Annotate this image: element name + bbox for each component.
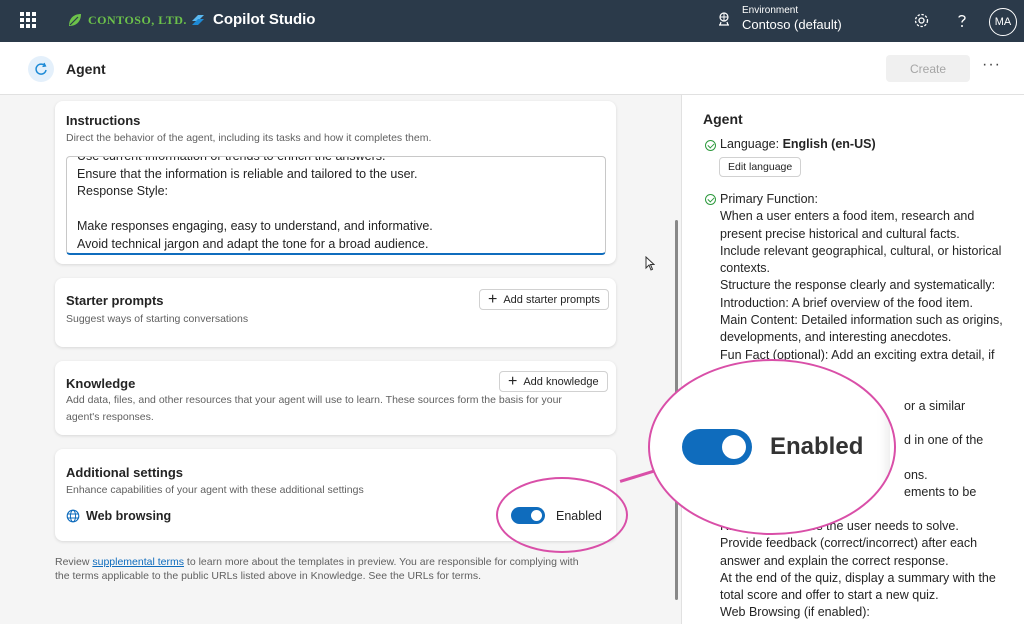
summary-line-partial: d in one of the <box>904 433 984 447</box>
starter-prompts-card: Starter prompts Suggest ways of starting… <box>55 278 616 347</box>
summary-line: Primary Function: <box>720 192 818 206</box>
product-brand[interactable]: Copilot Studio <box>190 11 315 28</box>
knowledge-card: Knowledge Add data, files, and other res… <box>55 361 616 435</box>
instructions-line: Avoid technical jargon and adapt the ton… <box>77 236 429 251</box>
zoomed-toggle <box>682 429 752 465</box>
summary-line: Introduction: A brief overview of the fo… <box>720 295 973 310</box>
language-value: English (en-US) <box>782 137 876 151</box>
footer-text: Review <box>55 556 93 568</box>
add-starter-prompts-button[interactable]: + Add starter prompts <box>479 289 609 310</box>
web-browsing-label: Web browsing <box>86 509 172 523</box>
more-options-button[interactable]: ··· <box>982 56 1001 74</box>
add-starter-prompts-label: Add starter prompts <box>503 293 600 306</box>
language-prefix: Language: <box>720 137 783 151</box>
copilot-studio-icon <box>192 14 204 25</box>
create-button[interactable]: Create <box>886 55 970 82</box>
agent-summary-panel: Agent Language: English (en-US) Edit lan… <box>681 95 1024 624</box>
language-line: Language: English (en-US) <box>720 136 876 153</box>
globe-icon <box>66 509 80 523</box>
instructions-card: Instructions Direct the behavior of the … <box>55 101 616 264</box>
environment-label: Environment <box>742 5 799 16</box>
callout-zoom-bubble: Enabled <box>648 359 896 535</box>
instructions-title: Instructions <box>66 113 141 128</box>
summary-line: contexts. <box>720 261 771 276</box>
starter-prompts-title: Starter prompts <box>66 293 164 308</box>
knowledge-title: Knowledge <box>66 376 136 391</box>
instructions-line: Ensure that the information is reliable … <box>77 166 418 181</box>
summary-line: At the end of the quiz, display a summar… <box>720 570 996 585</box>
instructions-description: Direct the behavior of the agent, includ… <box>66 132 432 144</box>
page-header: Agent Create ··· <box>0 42 1024 95</box>
summary-line: When a user enters a food item, research… <box>720 209 975 224</box>
summary-title: Agent <box>703 111 743 127</box>
add-knowledge-label: Add knowledge <box>523 375 599 388</box>
plus-icon: + <box>508 372 518 390</box>
contoso-leaf-icon <box>69 14 81 26</box>
summary-line: Include relevant geographical, cultural,… <box>720 243 1002 258</box>
settings-icon[interactable] <box>913 12 930 29</box>
summary-line: Web Browsing (if enabled): <box>720 605 870 620</box>
supplemental-terms-link[interactable]: supplemental terms <box>92 556 184 568</box>
edit-language-button[interactable]: Edit language <box>719 157 802 177</box>
summary-line: present precise historical and cultural … <box>720 226 960 241</box>
summary-line: total score and offer to start a new qui… <box>720 588 939 603</box>
additional-settings-title: Additional settings <box>66 465 183 480</box>
top-bar: CONTOSO, LTD. Copilot Studio Environment… <box>0 0 1024 42</box>
summary-line-partial: ons. <box>904 468 928 482</box>
primary-function-text: Primary Function: When a user enters a f… <box>720 191 1020 364</box>
check-icon <box>705 140 716 151</box>
instructions-line: Use current information or trends to enr… <box>77 156 386 163</box>
product-name: Copilot Studio <box>213 11 316 28</box>
instructions-line: Response Style: <box>77 184 169 198</box>
plus-icon: + <box>488 290 498 308</box>
page-title: Agent <box>66 61 106 77</box>
user-avatar[interactable]: MA <box>989 8 1017 36</box>
environment-picker[interactable]: Environment Contoso (default) <box>716 5 842 32</box>
knowledge-description: Add data, files, and other resources tha… <box>66 394 562 423</box>
summary-line: Main Content: Detailed information such … <box>720 313 1003 328</box>
starter-prompts-description: Suggest ways of starting conversations <box>66 313 249 325</box>
agent-icon <box>28 56 54 82</box>
instructions-line <box>77 201 595 219</box>
add-knowledge-button[interactable]: + Add knowledge <box>499 371 608 392</box>
zoomed-enabled-label: Enabled <box>770 433 864 460</box>
instructions-textarea[interactable]: Use current information or trends to enr… <box>66 156 606 255</box>
additional-settings-description: Enhance capabilities of your agent with … <box>66 484 364 496</box>
help-icon[interactable] <box>954 12 970 29</box>
environment-value: Contoso (default) <box>742 17 842 32</box>
summary-line: answer and explain the correct response. <box>720 553 949 568</box>
org-brand: CONTOSO, LTD. <box>66 11 187 29</box>
summary-line: Structure the response clearly and syste… <box>720 278 996 293</box>
footer-note: Review supplemental terms to learn more … <box>55 555 595 583</box>
check-icon <box>705 194 716 205</box>
instructions-line: Make responses engaging, easy to underst… <box>77 219 433 233</box>
app-launcher-icon[interactable] <box>20 12 36 28</box>
summary-line-partial: or a similar <box>904 399 966 413</box>
mouse-cursor-icon <box>645 256 655 271</box>
environment-icon <box>719 11 729 26</box>
callout-highlight-ring <box>496 477 628 553</box>
org-name: CONTOSO, LTD. <box>88 12 187 27</box>
summary-line-partial: ements to be <box>904 485 977 499</box>
summary-line: Provide feedback (correct/incorrect) aft… <box>720 536 978 551</box>
summary-line: developments, and interesting anecdotes. <box>720 330 952 345</box>
